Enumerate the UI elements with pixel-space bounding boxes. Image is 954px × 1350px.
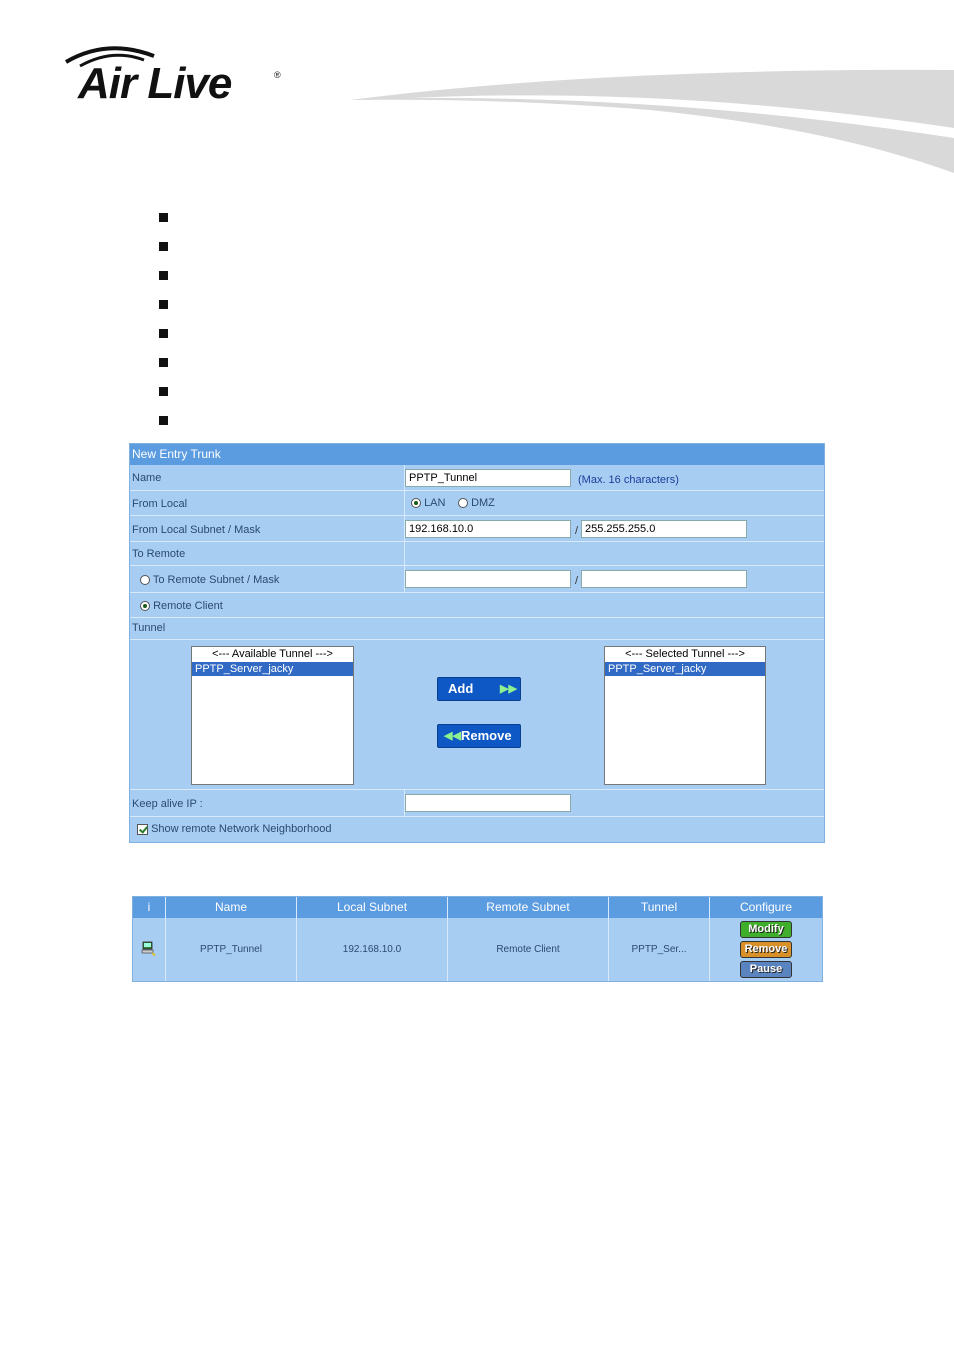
remote-client-row: Remote Client bbox=[130, 593, 824, 618]
selected-tunnel-list[interactable]: <--- Selected Tunnel ---> PPTP_Server_ja… bbox=[604, 646, 766, 785]
remote-mask-input[interactable] bbox=[581, 570, 747, 588]
column-header: i bbox=[133, 897, 166, 918]
dmz-label: DMZ bbox=[471, 497, 495, 509]
remote-subnet-input[interactable] bbox=[405, 570, 571, 588]
remote-client-label: Remote Client bbox=[153, 600, 223, 612]
remote-subnet-cell: Remote Client bbox=[448, 918, 609, 981]
registered-mark: ® bbox=[274, 70, 281, 80]
selected-tunnel-header: <--- Selected Tunnel ---> bbox=[625, 648, 745, 660]
remote-subnet-radio[interactable] bbox=[140, 575, 150, 586]
local-subnet-input[interactable]: 192.168.10.0 bbox=[405, 520, 571, 538]
remove-button[interactable]: Remove bbox=[740, 941, 792, 958]
modify-button[interactable]: Modify bbox=[740, 921, 792, 938]
bullet-icon bbox=[159, 213, 168, 222]
keep-alive-row: Keep alive IP : bbox=[130, 790, 824, 817]
list-item[interactable]: PPTP_Server_jacky bbox=[192, 662, 353, 676]
to-remote-row: To Remote bbox=[130, 542, 824, 566]
available-tunnel-list[interactable]: <--- Available Tunnel ---> PPTP_Server_j… bbox=[191, 646, 354, 785]
lan-label: LAN bbox=[424, 497, 446, 509]
to-remote-label: To Remote bbox=[132, 548, 186, 560]
tunnel-cell: PPTP_Ser... bbox=[609, 918, 710, 981]
local-subnet-cell: 192.168.10.0 bbox=[297, 918, 448, 981]
remote-subnet-row: To Remote Subnet / Mask / bbox=[130, 566, 824, 593]
slash-separator: / bbox=[575, 575, 579, 587]
add-button[interactable]: Add ▶▶ bbox=[437, 677, 521, 701]
double-arrow-left-icon: ◀◀ bbox=[444, 730, 461, 742]
column-header: Remote Subnet bbox=[448, 897, 609, 918]
bullet-icon bbox=[159, 242, 168, 251]
column-header: Tunnel bbox=[609, 897, 710, 918]
bullet-icon bbox=[159, 416, 168, 425]
computer-icon bbox=[141, 941, 156, 957]
remote-subnet-label: To Remote Subnet / Mask bbox=[152, 574, 280, 586]
bullet-icon bbox=[159, 300, 168, 309]
slash-separator: / bbox=[575, 525, 579, 537]
panel-title: New Entry Trunk bbox=[130, 444, 824, 465]
bullet-icon bbox=[159, 358, 168, 367]
remote-client-radio[interactable] bbox=[140, 601, 150, 612]
from-local-label: From Local bbox=[132, 498, 188, 510]
lan-option[interactable]: LAN bbox=[411, 497, 445, 509]
bullet-icon bbox=[159, 329, 168, 338]
dmz-option[interactable]: DMZ bbox=[458, 497, 495, 509]
from-local-row: From Local LAN DMZ bbox=[130, 491, 824, 516]
bullet-icon bbox=[159, 387, 168, 396]
trunk-list-table: i Name Local Subnet Remote Subnet Tunnel… bbox=[132, 896, 823, 982]
keep-alive-label: Keep alive IP : bbox=[132, 798, 203, 810]
name-hint: (Max. 16 characters) bbox=[578, 474, 679, 486]
pause-button[interactable]: Pause bbox=[740, 961, 792, 978]
status-cell bbox=[133, 918, 166, 981]
column-header: Local Subnet bbox=[297, 897, 448, 918]
add-label: Add bbox=[448, 681, 474, 696]
dmz-radio[interactable] bbox=[458, 498, 468, 509]
logo-text: Air Live bbox=[78, 59, 232, 108]
column-divider bbox=[404, 566, 405, 593]
remove-tunnel-button[interactable]: ◀◀ Remove bbox=[437, 724, 521, 748]
column-divider bbox=[404, 465, 405, 566]
local-mask-input[interactable]: 255.255.255.0 bbox=[581, 520, 747, 538]
keep-alive-input[interactable] bbox=[405, 794, 571, 812]
neighborhood-checkbox[interactable] bbox=[137, 823, 148, 835]
remove-label: Remove bbox=[461, 728, 512, 743]
local-subnet-row: From Local Subnet / Mask 192.168.10.0 / … bbox=[130, 516, 824, 542]
name-row: Name PPTP_Tunnel (Max. 16 characters) bbox=[130, 465, 824, 491]
list-item[interactable]: PPTP_Server_jacky bbox=[605, 662, 765, 676]
tunnel-label: Tunnel bbox=[132, 622, 166, 634]
neighborhood-label: Show remote Network Neighborhood bbox=[151, 823, 332, 835]
tunnel-row: Tunnel bbox=[130, 618, 824, 640]
remote-client-option[interactable]: Remote Client bbox=[140, 600, 223, 612]
header-banner bbox=[350, 69, 954, 173]
lan-radio[interactable] bbox=[411, 498, 421, 509]
name-cell: PPTP_Tunnel bbox=[166, 918, 297, 981]
double-arrow-right-icon: ▶▶ bbox=[500, 683, 517, 695]
tunnel-select-row: <--- Available Tunnel ---> PPTP_Server_j… bbox=[130, 640, 824, 790]
neighborhood-option[interactable]: Show remote Network Neighborhood bbox=[137, 823, 331, 835]
neighborhood-row: Show remote Network Neighborhood bbox=[130, 817, 824, 842]
bullet-list bbox=[159, 213, 168, 445]
local-subnet-label: From Local Subnet / Mask bbox=[132, 524, 261, 536]
remote-subnet-option[interactable]: To Remote Subnet / Mask bbox=[140, 574, 279, 586]
available-tunnel-header: <--- Available Tunnel ---> bbox=[212, 648, 333, 660]
airlive-logo: Air Live ® bbox=[62, 40, 292, 110]
configure-cell: Modify Remove Pause bbox=[710, 918, 822, 981]
name-input[interactable]: PPTP_Tunnel bbox=[405, 469, 571, 487]
column-header: Name bbox=[166, 897, 297, 918]
bullet-icon bbox=[159, 271, 168, 280]
column-header: Configure bbox=[710, 897, 822, 918]
column-divider bbox=[404, 790, 405, 817]
new-entry-trunk-panel: New Entry Trunk Name PPTP_Tunnel (Max. 1… bbox=[129, 443, 825, 843]
name-label: Name bbox=[132, 472, 162, 484]
